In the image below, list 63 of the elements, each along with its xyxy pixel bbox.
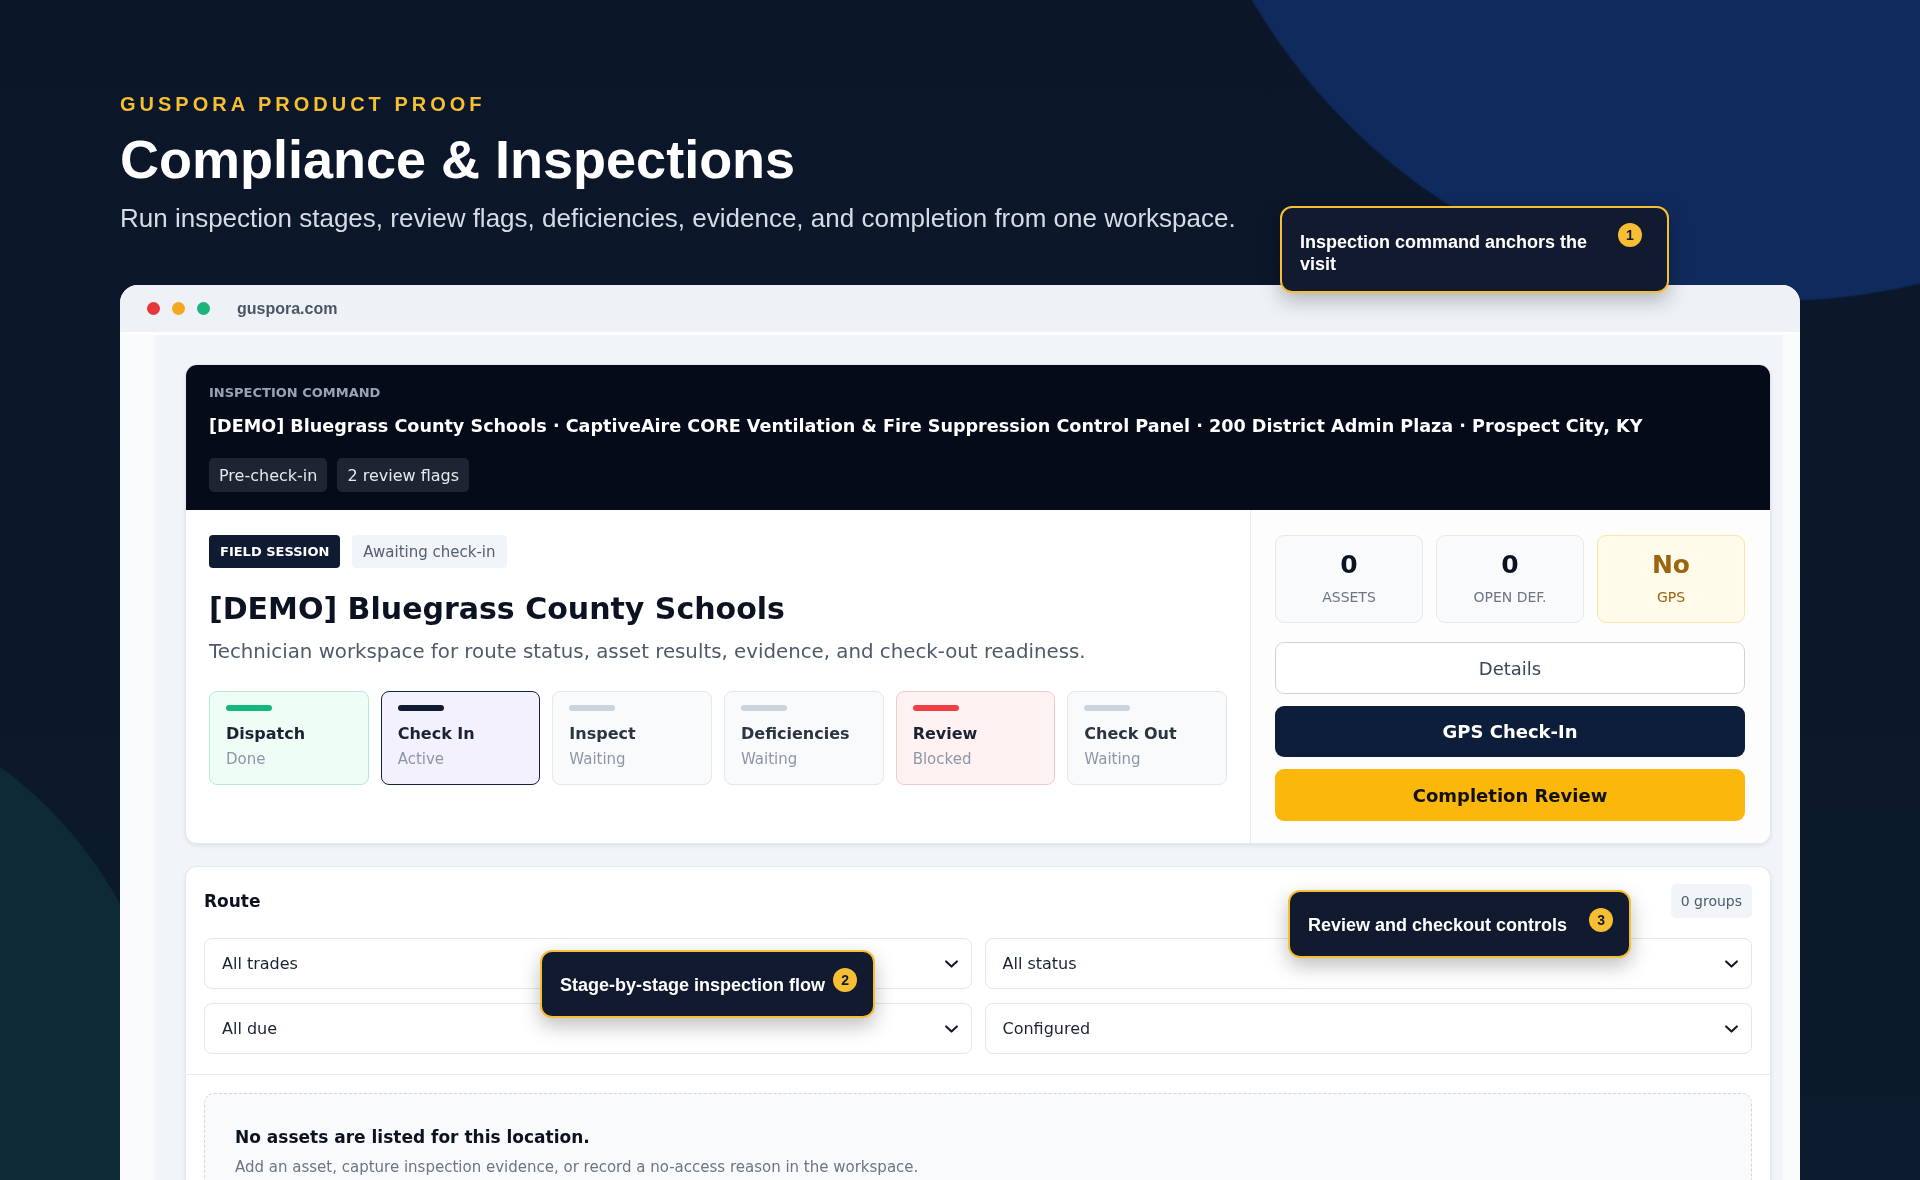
status-line-icon (912, 705, 959, 711)
review-button[interactable]: Completion Review (1275, 769, 1745, 821)
window-dot-icon[interactable] (172, 302, 185, 315)
status-line-icon (226, 705, 272, 711)
eyebrow-label: GUSPORA PRODUCT PROOF (120, 92, 487, 116)
stage-name: Dispatch (226, 724, 306, 744)
chevron-down-icon (944, 1024, 958, 1033)
stage-name: Check In (397, 724, 475, 744)
stage-card[interactable]: Deficiencies Waiting (724, 691, 884, 785)
chevron-down-icon (944, 959, 958, 968)
callout-text: Inspection command anchors the visit (1300, 231, 1589, 275)
page-title: Compliance & Inspections (120, 128, 797, 191)
stage-status: Waiting (1084, 750, 1141, 768)
stat-value: No (1651, 550, 1691, 580)
stage-status: Done (226, 750, 266, 768)
stat-value: 0 (1340, 550, 1358, 580)
section-label: INSPECTION COMMAND (209, 384, 382, 402)
stage-card[interactable]: Check In Active (380, 691, 541, 785)
status-line-icon (397, 705, 444, 711)
status-chip: Awaiting check-in (352, 535, 507, 568)
status-line-icon (1084, 705, 1131, 711)
tag-chip: 2 review flags (337, 458, 470, 492)
url-text: guspora.com (237, 299, 338, 318)
stat-label: GPS (1656, 588, 1686, 606)
step-number-badge: 2 (833, 968, 858, 992)
callout-text: Stage-by-stage inspection flow (560, 974, 826, 996)
stage-name: Check Out (1084, 724, 1177, 744)
status-line-icon (741, 705, 787, 711)
command-title: [DEMO] Bluegrass County Schools · CaptiveAire CORE Ventilation & Fire Suppression Control Panel · 200 District Admin Plaza · Prospect City, KY (209, 415, 1644, 437)
stage-name: Review (912, 724, 978, 744)
window-dot-icon[interactable] (147, 302, 160, 315)
stat-label: ASSETS (1322, 588, 1376, 606)
page-subtitle: Run inspection stages, review flags, deficiencies, evidence, and completion from one workspace. (120, 203, 1237, 234)
status-line-icon (569, 705, 616, 711)
location-description: Technician workspace for route status, asset results, evidence, and check-out readiness. (209, 639, 1087, 665)
stage-status: Active (397, 750, 445, 768)
section-title: Route (204, 891, 261, 911)
window-dot-icon[interactable] (197, 302, 210, 315)
callout-text: Review and checkout controls (1308, 914, 1568, 936)
group-count-chip: 0 groups (1670, 884, 1752, 918)
stage-card[interactable]: Check Out Waiting (1067, 691, 1227, 785)
stage-status: Waiting (569, 750, 626, 768)
stage-status: Waiting (741, 750, 798, 768)
filter-select[interactable]: Configured (984, 1003, 1752, 1054)
check-in-button[interactable]: GPS Check-In (1275, 706, 1745, 757)
location-title: [DEMO] Bluegrass County Schools (209, 591, 786, 627)
stage-name: Deficiencies (741, 724, 850, 744)
session-label: FIELD SESSION (209, 535, 341, 568)
details-button[interactable]: Details (1275, 642, 1745, 694)
step-number-badge: 1 (1618, 223, 1642, 247)
tag-chip: Pre-check-in (209, 458, 328, 492)
empty-state-title: No assets are listed for this location. (235, 1126, 591, 1148)
empty-state-text: Add an asset, capture inspection evidence, or record a no-access reason in the workspace. (235, 1157, 920, 1177)
stat-label: OPEN DEF. (1473, 588, 1547, 606)
stage-card[interactable]: Inspect Waiting (552, 691, 712, 785)
step-number-badge: 3 (1589, 908, 1614, 932)
stage-status: Blocked (912, 750, 972, 768)
chevron-down-icon (1725, 1024, 1738, 1033)
chevron-down-icon (1725, 959, 1738, 968)
stage-card[interactable]: Review Blocked (895, 691, 1056, 785)
stage-name: Inspect (569, 724, 636, 744)
stage-card[interactable]: Dispatch Done (209, 691, 369, 785)
stat-value: 0 (1501, 550, 1519, 580)
